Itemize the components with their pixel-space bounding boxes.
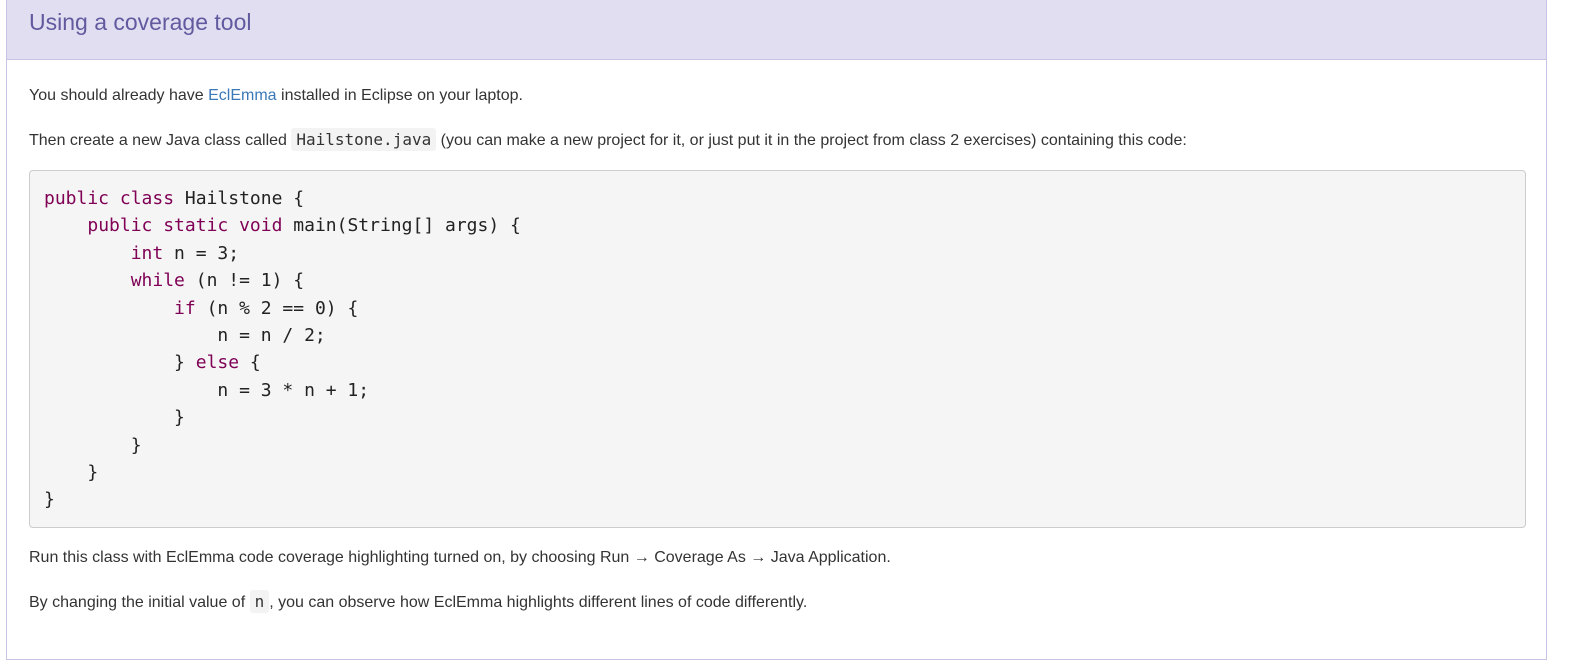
instruction-paragraph: Then create a new Java class called Hail…	[29, 128, 1187, 153]
code-keyword: public class	[44, 188, 175, 209]
code-line: }	[87, 461, 99, 483]
eclemma-link[interactable]: EclEmma	[208, 87, 276, 104]
code-line: }	[44, 489, 55, 511]
panel-heading: Using a coverage tool	[7, 0, 1546, 60]
variable-n-code: n	[249, 590, 270, 613]
coverage-panel: Using a coverage tool You should already…	[6, 0, 1547, 660]
code-line: public static void main(String[] args) {	[87, 215, 521, 237]
code-line: public class Hailstone {	[44, 188, 305, 209]
code-keyword: else	[195, 352, 240, 374]
intro-text-after: installed in Eclipse on your laptop.	[276, 87, 523, 104]
code-block: public class Hailstone { public static v…	[29, 170, 1526, 528]
observe-text-before: By changing the initial value of	[29, 594, 250, 611]
intro-paragraph: You should already have EclEmma installe…	[29, 84, 523, 108]
instruction-text-before: Then create a new Java class called	[29, 132, 292, 149]
class-filename-code: Hailstone.java	[291, 128, 437, 151]
run-paragraph: Run this class with EclEmma code coverag…	[29, 549, 891, 566]
code-keyword: int	[130, 242, 164, 264]
instruction-text-after: (you can make a new project for it, or j…	[436, 132, 1187, 149]
observe-paragraph: By changing the initial value of n, you …	[29, 590, 807, 615]
code-keyword: if	[174, 297, 196, 319]
code-line: } else {	[174, 352, 261, 374]
code-line: n = 3 * n + 1;	[217, 379, 370, 401]
code-line: int n = 3;	[130, 242, 240, 264]
code-line: while (n != 1) {	[130, 270, 305, 292]
code-line: }	[130, 434, 142, 456]
code-line: if (n % 2 == 0) {	[174, 297, 359, 319]
observe-text-after: , you can observe how EclEmma highlights…	[269, 594, 808, 611]
intro-text-before: You should already have	[29, 87, 209, 104]
code-line: n = n / 2;	[217, 324, 326, 346]
code-keyword: public static void	[87, 215, 283, 237]
code-line: }	[174, 407, 185, 429]
section-title: Using a coverage tool	[29, 9, 252, 35]
code-keyword: while	[130, 270, 185, 292]
